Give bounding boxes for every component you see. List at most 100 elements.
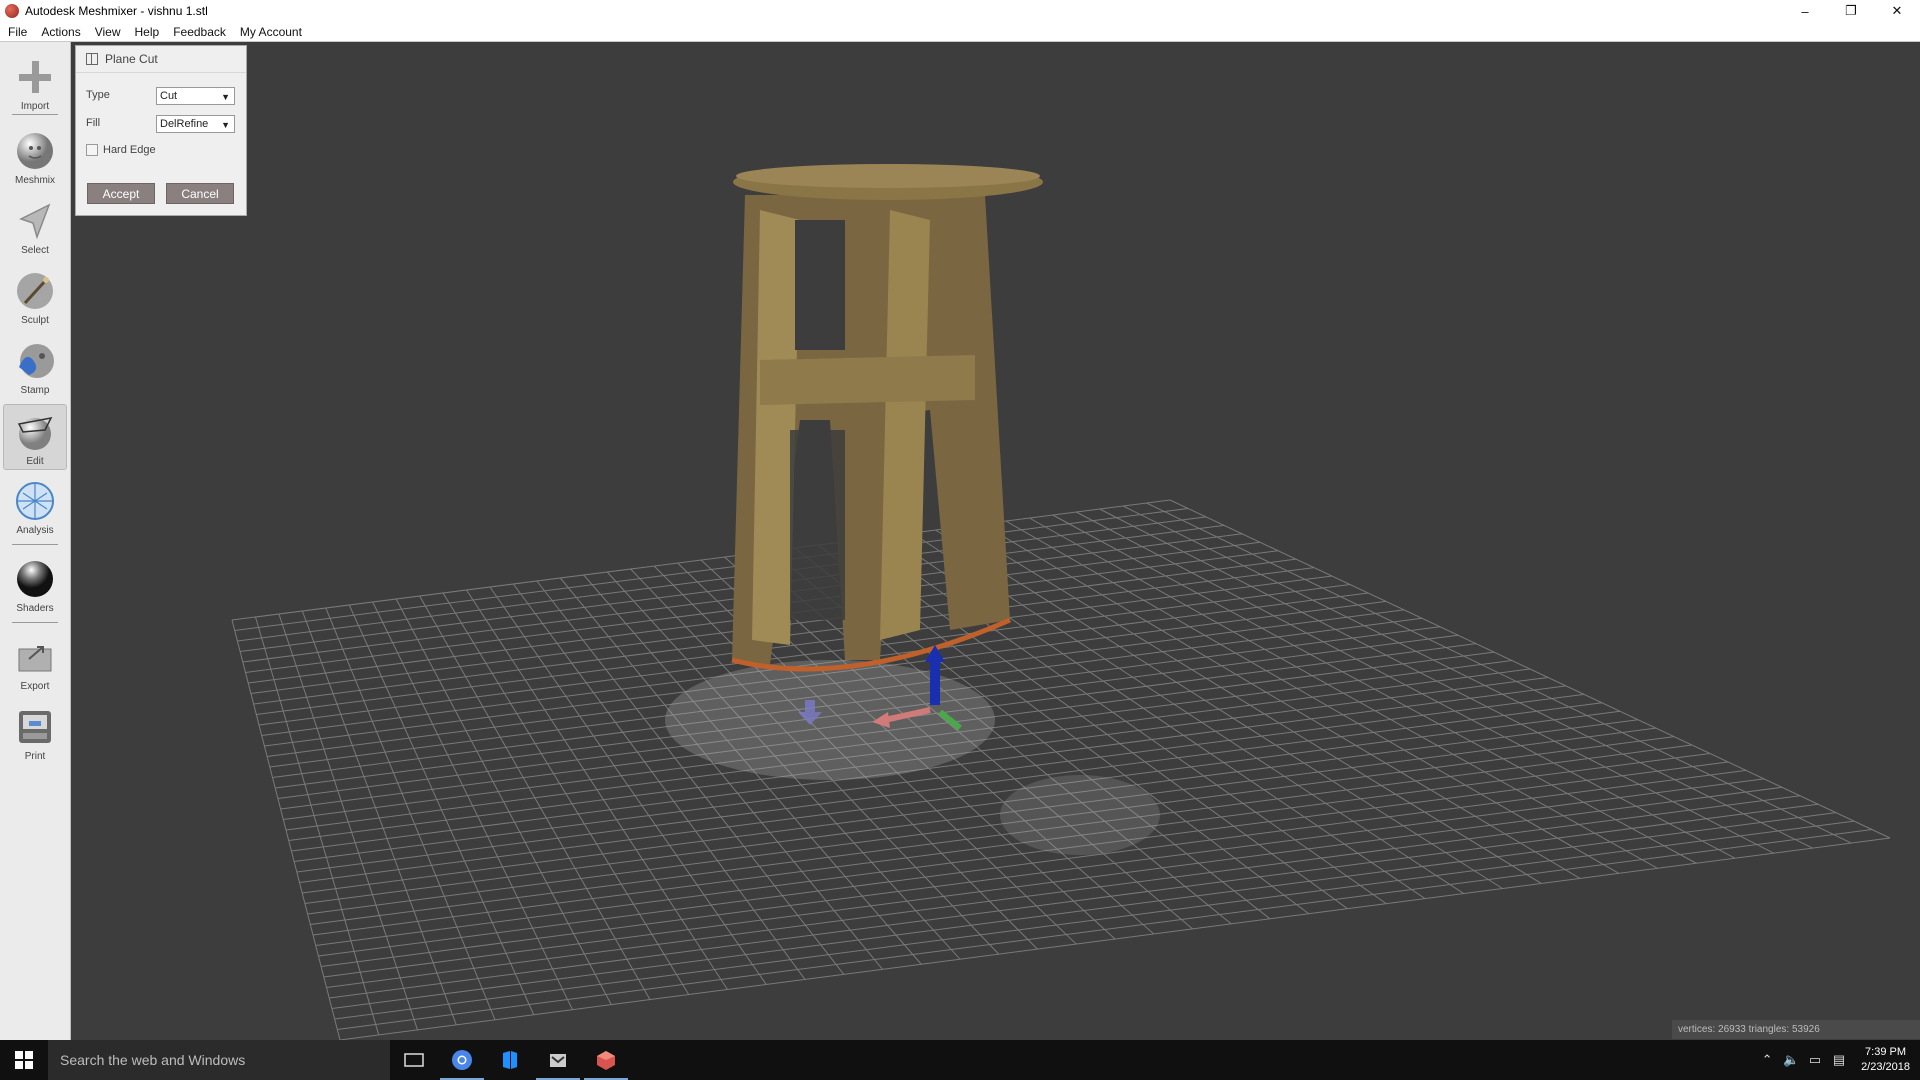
grid-line xyxy=(307,736,1675,915)
toolbar-divider xyxy=(12,622,58,623)
accept-button[interactable]: Accept xyxy=(87,183,155,204)
minimize-button[interactable]: – xyxy=(1782,0,1828,22)
notification-icon[interactable]: ▤ xyxy=(1827,1052,1851,1068)
chrome-icon xyxy=(452,1050,472,1070)
toolbar-divider xyxy=(12,114,58,115)
tool-export[interactable]: Export xyxy=(3,630,67,696)
scene-render xyxy=(231,164,1891,1040)
chevron-down-icon: ▼ xyxy=(221,92,230,102)
grid-line xyxy=(304,727,1657,904)
tool-label: Select xyxy=(21,245,49,256)
cut-fragment xyxy=(1000,775,1160,855)
tool-meshmix[interactable]: Meshmix xyxy=(3,124,67,190)
menu-file[interactable]: File xyxy=(8,25,27,39)
tool-print[interactable]: Print xyxy=(3,700,67,766)
clock-date: 2/23/2018 xyxy=(1861,1061,1910,1073)
store-icon xyxy=(503,1051,517,1069)
toolbar-divider xyxy=(12,544,58,545)
cancel-button[interactable]: Cancel xyxy=(166,183,234,204)
tool-label: Print xyxy=(24,751,46,762)
close-button[interactable]: ✕ xyxy=(1874,0,1920,22)
task-view-button[interactable] xyxy=(390,1040,438,1080)
hard-edge-checkbox[interactable] xyxy=(86,144,98,156)
fill-select[interactable]: DelRefine ▼ xyxy=(156,115,235,133)
tool-label: Edit xyxy=(26,456,44,467)
meshmix-icon xyxy=(14,130,56,172)
taskbar-app[interactable] xyxy=(534,1040,582,1080)
stool-model[interactable] xyxy=(731,164,1043,672)
grid-line xyxy=(310,744,1693,925)
export-icon xyxy=(14,636,56,678)
ground-grid xyxy=(231,499,1891,1040)
hard-edge-row: Hard Edge xyxy=(86,144,156,156)
chevron-up-icon[interactable]: ⌃ xyxy=(1755,1052,1779,1068)
menu-my-account[interactable]: My Account xyxy=(240,25,302,39)
menu-help[interactable]: Help xyxy=(135,25,160,39)
import-icon xyxy=(14,56,56,98)
menu-view[interactable]: View xyxy=(95,25,121,39)
tool-shaders[interactable]: Shaders xyxy=(3,552,67,618)
analysis-icon xyxy=(14,480,56,522)
tool-label: Import xyxy=(20,101,50,112)
tool-sculpt[interactable]: Sculpt xyxy=(3,264,67,330)
select-icon xyxy=(14,200,56,242)
tool-label: Export xyxy=(20,681,50,692)
mesh-stats: vertices: 26933 triangles: 53926 xyxy=(1672,1020,1920,1039)
taskbar: Search the web and Windows ⌃ 🔈 ▭ ▤ 7:39 … xyxy=(0,1040,1920,1080)
system-tray: ⌃ 🔈 ▭ ▤ 7:39 PM 2/23/2018 xyxy=(1755,1040,1920,1080)
menu-bar: File Actions View Help Feedback My Accou… xyxy=(0,22,1920,42)
clock-time: 7:39 PM xyxy=(1865,1046,1907,1058)
tool-analysis[interactable]: Analysis xyxy=(3,474,67,540)
edit-icon xyxy=(14,411,56,453)
menu-actions[interactable]: Actions xyxy=(41,25,80,39)
windows-logo-icon xyxy=(15,1051,33,1069)
plane-cut-panel: Plane Cut Type Cut ▼ Fill DelRefine ▼ Ha… xyxy=(75,45,247,216)
panel-header: Plane Cut xyxy=(76,46,246,73)
menu-feedback[interactable]: Feedback xyxy=(173,25,226,39)
taskbar-meshmixer[interactable] xyxy=(582,1040,630,1080)
tool-label: Sculpt xyxy=(21,315,49,326)
window-controls: – ❐ ✕ xyxy=(1782,0,1920,22)
panel-title: Plane Cut xyxy=(105,52,158,66)
tool-label: Stamp xyxy=(20,385,50,396)
tool-label: Shaders xyxy=(16,603,54,614)
hard-edge-label: Hard Edge xyxy=(103,144,156,156)
stamp-icon xyxy=(14,340,56,382)
taskbar-store[interactable] xyxy=(486,1040,534,1080)
type-select[interactable]: Cut ▼ xyxy=(156,87,235,105)
fill-value: DelRefine xyxy=(160,118,209,130)
chevron-down-icon: ▼ xyxy=(221,120,230,130)
print-icon xyxy=(14,706,56,748)
tool-stamp[interactable]: Stamp xyxy=(3,334,67,400)
tool-select[interactable]: Select xyxy=(3,194,67,260)
tool-edit[interactable]: Edit xyxy=(3,404,67,470)
tool-label: Meshmix xyxy=(14,175,55,186)
title-bar: Autodesk Meshmixer - vishnu 1.stl – ❐ ✕ xyxy=(0,0,1920,22)
taskbar-chrome[interactable] xyxy=(438,1040,486,1080)
type-value: Cut xyxy=(160,90,178,102)
window-title: Autodesk Meshmixer - vishnu 1.stl xyxy=(25,4,208,18)
tool-sidebar: Import Meshmix Select Sculpt Stamp Edit xyxy=(0,42,71,1040)
tool-import[interactable]: Import xyxy=(3,50,67,116)
grid-line xyxy=(312,753,1711,936)
panel-dock-icon[interactable] xyxy=(86,53,98,65)
3d-viewport[interactable] xyxy=(71,42,1920,1040)
fill-label: Fill xyxy=(86,117,101,129)
network-icon[interactable]: ▭ xyxy=(1803,1052,1827,1068)
app-icon xyxy=(550,1054,566,1067)
type-label: Type xyxy=(86,89,110,101)
meshmixer-icon xyxy=(597,1051,615,1070)
windows-start-button[interactable] xyxy=(0,1040,48,1080)
grid-line xyxy=(240,524,1225,652)
restore-button[interactable]: ❐ xyxy=(1828,0,1874,22)
task-view-icon xyxy=(404,1053,424,1067)
grid-line xyxy=(231,499,1171,621)
meshmixer-app-icon xyxy=(5,4,19,18)
volume-icon[interactable]: 🔈 xyxy=(1779,1052,1803,1068)
shaders-icon xyxy=(14,558,56,600)
taskbar-search[interactable]: Search the web and Windows xyxy=(48,1040,390,1080)
sculpt-icon xyxy=(14,270,56,312)
grid-line xyxy=(337,829,1873,1030)
tool-label: Analysis xyxy=(16,525,54,536)
clock[interactable]: 7:39 PM 2/23/2018 xyxy=(1861,1045,1910,1075)
